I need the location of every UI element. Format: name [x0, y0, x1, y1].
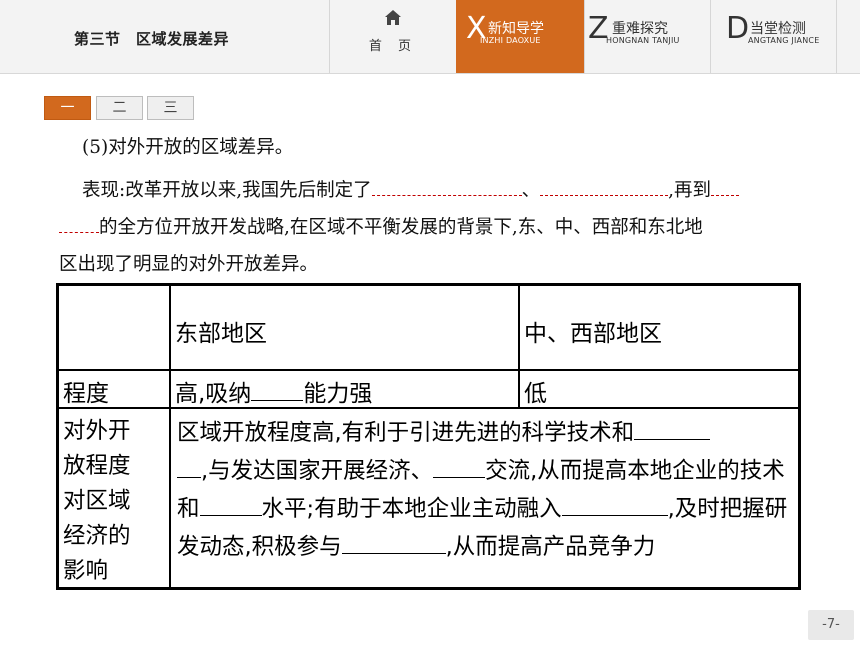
cell-east-impact: 区域开放程度高,有利于引进先进的科学技术和 ,与发达国家开展经济、 交流,从而提高本… — [177, 413, 791, 565]
tab-sublabel: HONGNAN TANJIU — [606, 36, 680, 45]
tab-dangtang-jiance[interactable]: D 当堂检测 ANGTANG JIANCE — [710, 0, 836, 73]
answer-blank[interactable] — [371, 175, 522, 196]
tab-xinzhi-daoxue[interactable]: X 新知导学 INZHI DAOXUE — [456, 0, 584, 73]
answer-blank[interactable] — [59, 212, 99, 233]
table-rule — [169, 286, 171, 587]
tab-sublabel: ANGTANG JIANCE — [748, 36, 820, 45]
cell-east-degree: 高,吸纳 能力强 — [175, 374, 372, 408]
paragraph-line: 的全方位开放开发战略,在区域不平衡发展的背景下,东、中、西部和东北地 — [59, 212, 804, 240]
answer-blank[interactable] — [177, 451, 201, 478]
tab-letter: D — [726, 11, 750, 46]
text-segment: 高,吸纳 — [175, 381, 252, 407]
tab-label: 当堂检测 — [750, 21, 806, 37]
table-rule — [518, 286, 520, 407]
tab-label: 重难探究 — [612, 21, 668, 37]
row-label-line: 经济的 — [63, 523, 131, 549]
row-label-line: 影响 — [63, 558, 109, 584]
home-icon — [385, 10, 401, 25]
text-segment: 区域开放程度高,有利于引进先进的科学技术和 — [177, 420, 635, 446]
answer-blank[interactable] — [341, 527, 446, 554]
divider — [836, 0, 837, 73]
home-button[interactable]: 首 页 — [330, 0, 456, 73]
row-label-line: 放程度 — [63, 453, 131, 479]
subtab-two[interactable]: 二 — [96, 96, 143, 120]
header-bar: 第三节 区域发展差异 首 页 X 新知导学 INZHI DAOXUE Z 重难探… — [0, 0, 860, 74]
paragraph-line: 区出现了明显的对外开放差异。 — [59, 254, 319, 275]
home-label: 首 页 — [368, 39, 418, 54]
text-segment: 能力强 — [303, 381, 373, 407]
section-title: 第三节 区域发展差异 — [74, 30, 230, 48]
tab-label: 新知导学 — [488, 21, 544, 37]
answer-blank[interactable] — [540, 175, 669, 196]
paragraph-line: 表现:改革开放以来,我国先后制定了 、 ,再到 — [82, 175, 827, 203]
row-label-impact: 对外开 放程度 对区域 经济的 影响 — [63, 414, 131, 589]
answer-blank[interactable] — [634, 413, 711, 440]
answer-blank[interactable] — [711, 175, 740, 196]
text-segment: ,从而提高产品竞争力 — [445, 534, 656, 560]
text-segment: 表现:改革开放以来,我国先后制定了 — [82, 180, 372, 201]
comparison-table: 东部地区 中、西部地区 程度 高,吸纳 能力强 低 对外开 放程度 对区域 经济的… — [56, 283, 801, 590]
answer-blank[interactable] — [433, 451, 486, 478]
column-header-midwest: 中、西部地区 — [524, 321, 662, 347]
answer-blank[interactable] — [251, 374, 304, 401]
page-number: -7- — [808, 610, 854, 640]
subtab-three[interactable]: 三 — [147, 96, 194, 120]
text-segment: 的全方位开放开发战略,在区域不平衡发展的背景下,东、中、西部和东北地 — [99, 217, 703, 238]
text-segment: ,再到 — [668, 180, 712, 201]
cell-midwest-degree: 低 — [524, 381, 547, 407]
row-label-line: 对外开 — [63, 418, 131, 444]
answer-blank[interactable] — [561, 489, 668, 516]
answer-blank[interactable] — [199, 489, 262, 516]
text-segment: ,与发达国家开展经济、 — [201, 458, 434, 484]
row-label-degree: 程度 — [63, 381, 109, 407]
paragraph-heading: (5)对外开放的区域差异。 — [82, 137, 294, 158]
row-label-line: 对区域 — [63, 488, 131, 514]
column-header-east: 东部地区 — [175, 321, 267, 347]
tab-sublabel: INZHI DAOXUE — [480, 36, 541, 45]
text-segment: 水平;有助于本地企业主动融入 — [261, 496, 562, 522]
tab-zhongnan-tanjiu[interactable]: Z 重难探究 HONGNAN TANJIU — [584, 0, 710, 73]
subtab-one[interactable]: 一 — [44, 96, 91, 120]
text-segment: 、 — [521, 180, 541, 201]
